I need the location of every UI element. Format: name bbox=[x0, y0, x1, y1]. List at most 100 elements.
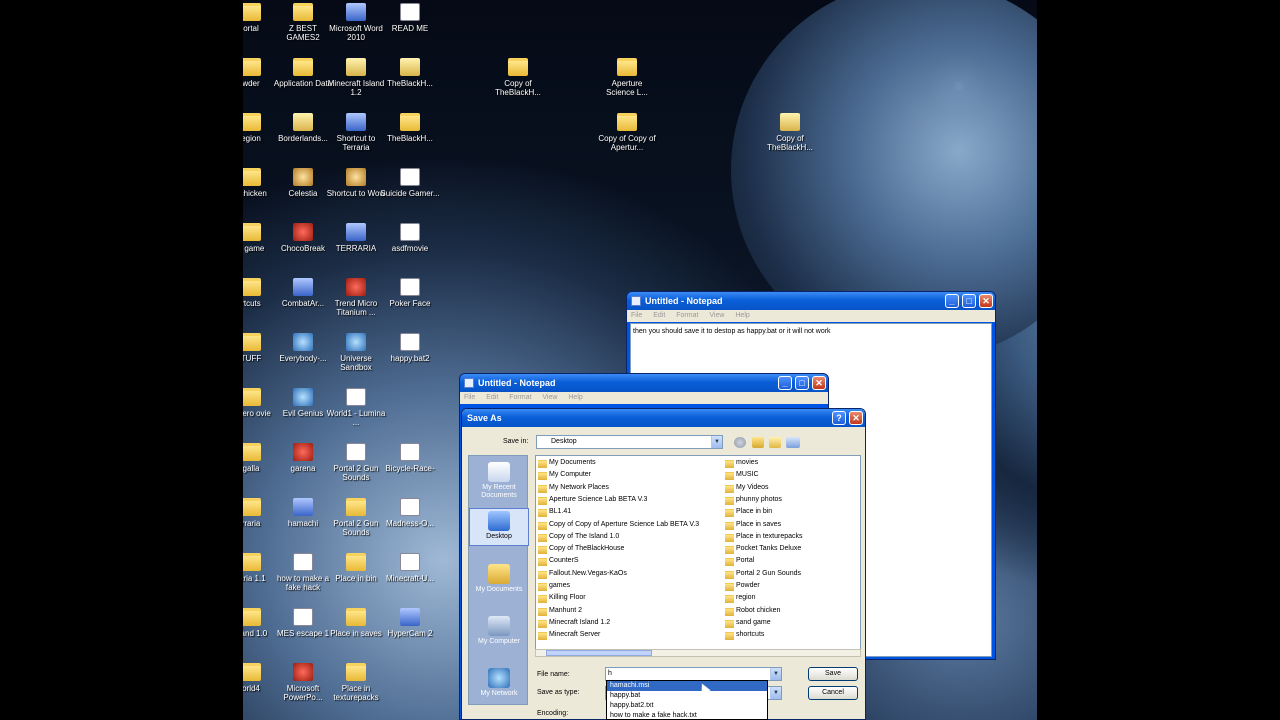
file-list-item[interactable]: Aperture Science Lab BETA V.3 bbox=[537, 494, 647, 506]
desktop-icon[interactable]: Suicide Gamer... bbox=[380, 168, 440, 198]
desktop-icon[interactable]: Bicycle-Race- bbox=[380, 443, 440, 473]
save-in-combo[interactable]: Desktop ▼ bbox=[536, 435, 723, 449]
maximize-button[interactable]: □ bbox=[962, 294, 976, 308]
notepad-back-titlebar[interactable]: Untitled - Notepad _ □ ✕ bbox=[627, 292, 995, 310]
views-menu-icon[interactable] bbox=[786, 437, 800, 448]
desktop-icon[interactable]: World1 - Lumina ... bbox=[326, 388, 386, 427]
desktop-icon[interactable]: Everybody-... bbox=[273, 333, 333, 363]
desktop-icon[interactable]: HyperCam 2 bbox=[380, 608, 440, 638]
file-list-item[interactable]: Portal 2 Gun Sounds bbox=[724, 568, 801, 580]
file-list-item[interactable]: Minecraft Server bbox=[537, 629, 600, 641]
place-desktop[interactable]: Desktop bbox=[469, 508, 529, 546]
file-list-item[interactable]: MUSIC bbox=[724, 469, 759, 481]
place-my-network[interactable]: My Network bbox=[469, 668, 529, 698]
desktop-icon[interactable]: TERRARIA bbox=[326, 223, 386, 253]
file-list-item[interactable]: CounterS bbox=[537, 555, 579, 567]
file-list-item[interactable]: Robot chicken bbox=[724, 605, 780, 617]
save-as-titlebar[interactable]: Save As ? ✕ bbox=[462, 409, 865, 427]
desktop-icon[interactable]: TheBlackH... bbox=[380, 58, 440, 88]
minimize-button[interactable]: _ bbox=[778, 376, 792, 390]
desktop-icon[interactable]: Copy of TheBlackH... bbox=[760, 113, 820, 152]
desktop-icon[interactable]: Aperture Science L... bbox=[597, 58, 657, 97]
desktop-icon[interactable]: garena bbox=[273, 443, 333, 473]
file-list-item[interactable]: Place in saves bbox=[724, 519, 781, 531]
chevron-down-icon[interactable]: ▼ bbox=[711, 436, 722, 448]
desktop-icon[interactable]: ChocoBreak bbox=[273, 223, 333, 253]
file-list-item[interactable]: games bbox=[537, 580, 570, 592]
desktop-icon[interactable]: Trend Micro Titanium ... bbox=[326, 278, 386, 317]
help-button[interactable]: ? bbox=[832, 411, 846, 425]
menu-edit[interactable]: Edit bbox=[653, 312, 665, 319]
autocomplete-item[interactable]: hamachi.msi bbox=[607, 681, 767, 691]
close-button[interactable]: ✕ bbox=[979, 294, 993, 308]
autocomplete-item[interactable]: happy.bat bbox=[607, 691, 767, 701]
desktop-icon[interactable]: Portal 2 Gun Sounds bbox=[326, 498, 386, 537]
up-folder-icon[interactable] bbox=[752, 437, 764, 448]
save-as-dialog[interactable]: Save As ? ✕ Save in: Desktop ▼ My Recent… bbox=[461, 408, 866, 720]
file-list-item[interactable]: Pocket Tanks Deluxe bbox=[724, 543, 801, 555]
file-list-item[interactable]: shortcuts bbox=[724, 629, 764, 641]
desktop-icon[interactable]: Microsoft Word 2010 bbox=[326, 3, 386, 42]
desktop-icon[interactable]: hamachi bbox=[273, 498, 333, 528]
close-button[interactable]: ✕ bbox=[849, 411, 863, 425]
horizontal-scrollbar[interactable] bbox=[535, 649, 861, 657]
file-list-item[interactable]: region bbox=[724, 592, 755, 604]
maximize-button[interactable]: □ bbox=[795, 376, 809, 390]
menu-file[interactable]: File bbox=[464, 394, 475, 401]
file-list-item[interactable]: Minecraft Island 1.2 bbox=[537, 617, 610, 629]
desktop-icon[interactable]: Application Data bbox=[273, 58, 333, 88]
file-list-item[interactable]: Portal bbox=[724, 555, 754, 567]
desktop-icon[interactable]: TheBlackH... bbox=[380, 113, 440, 143]
desktop-icon[interactable]: Shortcut to Terraria bbox=[326, 113, 386, 152]
file-list-item[interactable]: Killing Floor bbox=[537, 592, 586, 604]
place-my-documents[interactable]: My Documents bbox=[469, 564, 529, 594]
desktop-icon[interactable]: Shortcut to Wow bbox=[326, 168, 386, 198]
menu-format[interactable]: Format bbox=[509, 394, 531, 401]
desktop-icon[interactable]: how to make a fake hack bbox=[273, 553, 333, 592]
file-list-item[interactable]: Place in texturepacks bbox=[724, 531, 803, 543]
chevron-down-icon[interactable]: ▼ bbox=[770, 687, 781, 699]
desktop-icon[interactable]: Madness-O... bbox=[380, 498, 440, 528]
autocomplete-item[interactable]: happy.bat2.txt bbox=[607, 701, 767, 711]
menu-file[interactable]: File bbox=[631, 312, 642, 319]
desktop-icon[interactable]: asdfmovie bbox=[380, 223, 440, 253]
back-icon[interactable] bbox=[734, 437, 746, 448]
desktop-icon[interactable]: Microsoft PowerPo... bbox=[273, 663, 333, 702]
desktop-icon[interactable]: Minecraft Island 1.2 bbox=[326, 58, 386, 97]
desktop-icon[interactable]: Copy of Copy of Apertur... bbox=[597, 113, 657, 152]
desktop-icon[interactable]: Z BEST GAMES2 bbox=[273, 3, 333, 42]
file-list-item[interactable]: phunny photos bbox=[724, 494, 782, 506]
place-my-recent-documents[interactable]: My Recent Documents bbox=[469, 462, 529, 500]
menu-edit[interactable]: Edit bbox=[486, 394, 498, 401]
file-list-item[interactable]: Copy of The Island 1.0 bbox=[537, 531, 619, 543]
autocomplete-item[interactable]: how to make a fake hack.txt bbox=[607, 711, 767, 719]
file-list-item[interactable]: sand game bbox=[724, 617, 771, 629]
file-list[interactable]: My Documents My Computer My Network Places… bbox=[535, 455, 861, 653]
desktop-icon[interactable]: Place in saves bbox=[326, 608, 386, 638]
file-list-item[interactable]: Manhunt 2 bbox=[537, 605, 582, 617]
menu-help[interactable]: Help bbox=[568, 394, 582, 401]
file-list-item[interactable]: My Videos bbox=[724, 482, 769, 494]
desktop-icon[interactable]: Portal 2 Gun Sounds bbox=[326, 443, 386, 482]
cancel-button[interactable]: Cancel bbox=[808, 686, 858, 700]
desktop-icon[interactable]: Poker Face bbox=[380, 278, 440, 308]
file-list-item[interactable]: BL1.41 bbox=[537, 506, 571, 518]
file-list-item[interactable]: My Computer bbox=[537, 469, 591, 481]
file-list-item[interactable]: Copy of Copy of Aperture Science Lab BET… bbox=[537, 519, 699, 531]
file-list-item[interactable]: Powder bbox=[724, 580, 760, 592]
file-list-item[interactable]: Copy of TheBlackHouse bbox=[537, 543, 624, 555]
desktop-icon[interactable]: CombatAr... bbox=[273, 278, 333, 308]
menu-help[interactable]: Help bbox=[735, 312, 749, 319]
new-folder-icon[interactable] bbox=[769, 437, 781, 448]
menu-format[interactable]: Format bbox=[676, 312, 698, 319]
desktop-icon[interactable]: Place in bin bbox=[326, 553, 386, 583]
file-list-item[interactable]: My Documents bbox=[537, 457, 596, 469]
desktop-icon[interactable]: READ ME bbox=[380, 3, 440, 33]
save-button[interactable]: Save bbox=[808, 667, 858, 681]
filename-autocomplete-list[interactable]: hamachi.msi happy.bat happy.bat2.txt how… bbox=[606, 680, 768, 720]
desktop-icon[interactable]: Celestia bbox=[273, 168, 333, 198]
desktop-icon[interactable]: Evil Genius bbox=[273, 388, 333, 418]
file-list-item[interactable]: Fallout.New.Vegas-KaOs bbox=[537, 568, 627, 580]
minimize-button[interactable]: _ bbox=[945, 294, 959, 308]
desktop-icon[interactable]: MES escape 1 bbox=[273, 608, 333, 638]
